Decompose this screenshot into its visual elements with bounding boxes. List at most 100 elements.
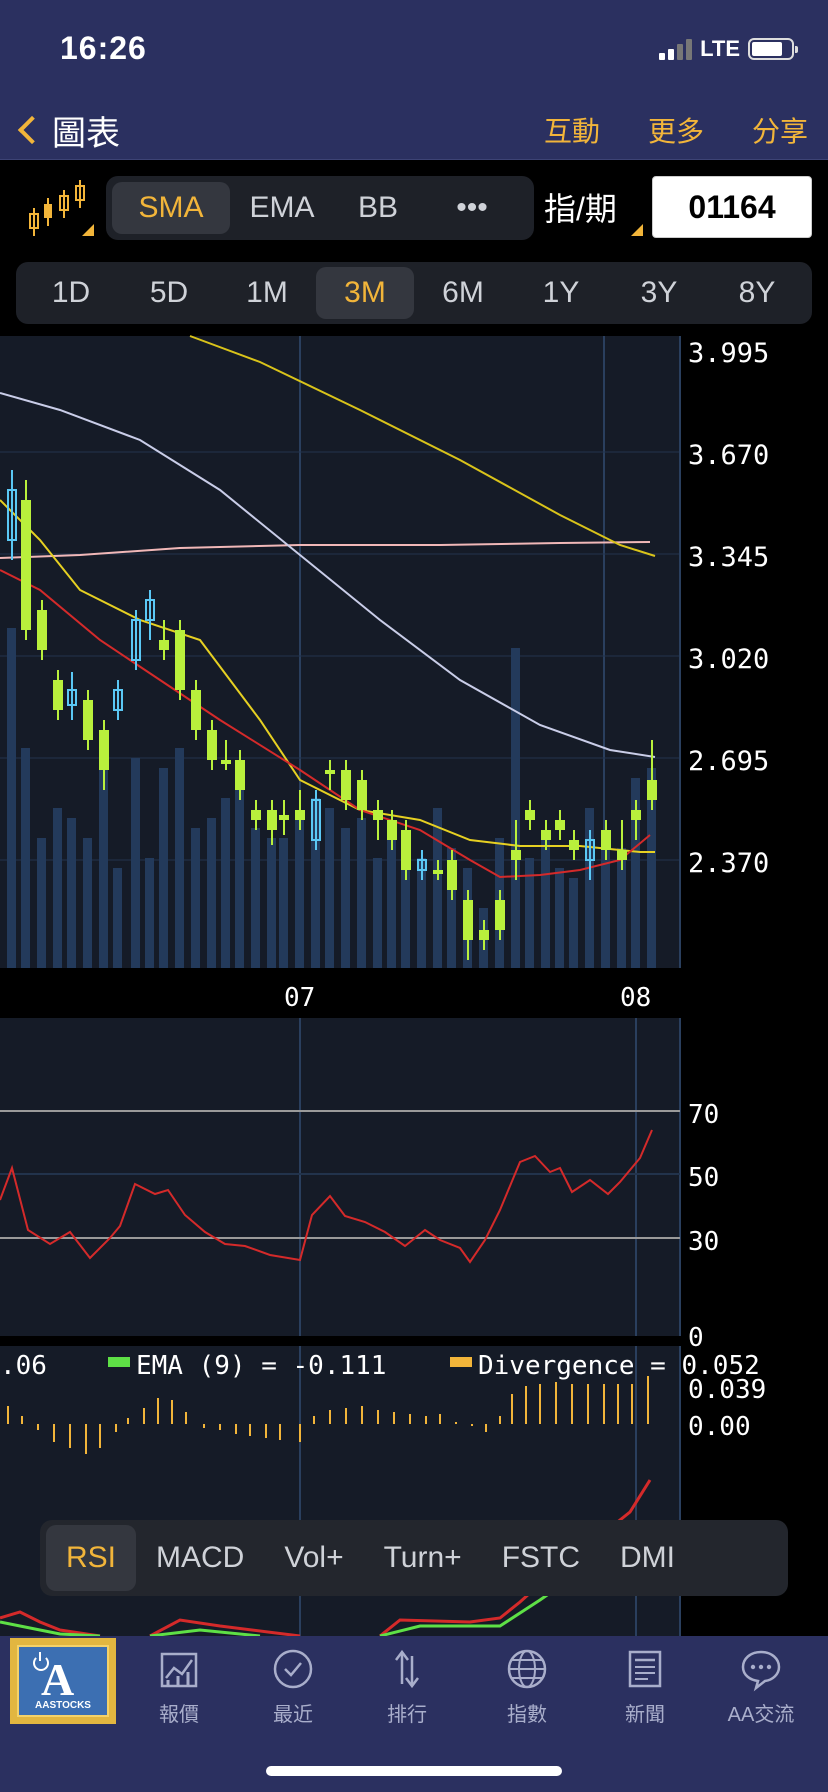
- volume-bar: [341, 828, 350, 968]
- candle-body: [251, 810, 261, 820]
- rsi-panel: [0, 1018, 680, 1336]
- ema-legend-label: EMA (9) = -0.111: [136, 1351, 386, 1381]
- nav-news[interactable]: 新聞: [590, 1646, 700, 1727]
- volume-bar: [7, 628, 16, 968]
- status-indicators: LTE: [659, 36, 798, 62]
- range-8y[interactable]: 8Y: [708, 267, 806, 319]
- chart-type-icon[interactable]: [26, 178, 96, 238]
- tab-vol-plus[interactable]: Vol+: [264, 1525, 363, 1591]
- range-1m[interactable]: 1M: [218, 267, 316, 319]
- volume-bar: [433, 808, 442, 968]
- share-button[interactable]: 分享: [752, 110, 808, 150]
- bb-button[interactable]: BB: [334, 182, 422, 234]
- volume-bar: [279, 838, 288, 968]
- candle-body: [357, 780, 367, 810]
- volume-bar: [191, 828, 200, 968]
- candle-body: [267, 810, 277, 830]
- nav-ranking[interactable]: 排行: [352, 1646, 462, 1727]
- more-indicators-button[interactable]: •••: [422, 182, 522, 234]
- candle-body: [221, 760, 231, 764]
- globe-icon: [507, 1649, 547, 1689]
- candle-body: [631, 810, 641, 820]
- interactive-button[interactable]: 互動: [544, 110, 600, 150]
- price-tick: 3.020: [688, 644, 769, 675]
- home-logo-button[interactable]: A AASTOCKS: [10, 1638, 116, 1724]
- range-3m[interactable]: 3M: [316, 267, 414, 319]
- volume-bar: [221, 798, 230, 968]
- more-button[interactable]: 更多: [648, 110, 704, 150]
- divergence-legend-swatch: [450, 1357, 472, 1367]
- candle-body: [83, 700, 93, 740]
- range-3y[interactable]: 3Y: [610, 267, 708, 319]
- candle-body: [295, 810, 305, 820]
- price-tick: 2.370: [688, 848, 769, 879]
- candle-body: [511, 850, 521, 860]
- tab-macd[interactable]: MACD: [136, 1525, 264, 1591]
- candle-body: [53, 680, 63, 710]
- battery-icon: [748, 38, 798, 60]
- back-button[interactable]: 圖表: [12, 106, 120, 154]
- tab-fstc[interactable]: FSTC: [482, 1525, 600, 1591]
- volume-bar: [21, 748, 30, 968]
- nav-ranking-label: 排行: [387, 1704, 427, 1726]
- nav-community-label: AA交流: [727, 1704, 795, 1726]
- candle-body: [21, 500, 31, 630]
- status-bar: 16:26 LTE: [0, 0, 828, 100]
- sma-button[interactable]: SMA: [112, 182, 230, 234]
- tab-turn-plus[interactable]: Turn+: [364, 1525, 482, 1591]
- date-label: 08: [620, 983, 651, 1013]
- candle-body: [235, 760, 245, 790]
- nav-recent[interactable]: 最近: [238, 1646, 348, 1727]
- ema-button[interactable]: EMA: [230, 182, 334, 234]
- volume-bar: [53, 808, 62, 968]
- volume-bar: [131, 758, 140, 968]
- dropdown-corner-icon: [631, 224, 643, 236]
- volume-bar: [295, 818, 304, 968]
- candle-body: [99, 730, 109, 770]
- nav-recent-label: 最近: [273, 1704, 313, 1726]
- tab-rsi[interactable]: RSI: [46, 1525, 137, 1591]
- price-tick: 3.670: [688, 440, 769, 471]
- macd-axis: 0.039 0.00: [688, 1375, 766, 1442]
- candle-body: [373, 810, 383, 820]
- chevron-left-icon: [17, 115, 47, 145]
- rsi-tick: 70: [688, 1100, 719, 1130]
- status-time: 16:26: [60, 30, 147, 66]
- nav-index[interactable]: 指數: [472, 1646, 582, 1727]
- volume-bar: [175, 748, 184, 968]
- volume-bar: [373, 858, 382, 968]
- range-5d[interactable]: 5D: [120, 267, 218, 319]
- nav-news-label: 新聞: [625, 1704, 665, 1726]
- volume-bar: [601, 848, 610, 968]
- candle-body: [601, 830, 611, 850]
- volume-bar: [67, 818, 76, 968]
- period-selector[interactable]: 指/期: [544, 184, 617, 230]
- candle-body: [447, 860, 457, 890]
- nav-quote[interactable]: 報價: [124, 1646, 234, 1727]
- price-tick: 2.695: [688, 746, 769, 777]
- candle-body: [525, 810, 535, 820]
- chat-bubble-icon: [741, 1650, 781, 1692]
- candle-body: [463, 900, 473, 940]
- price-axis: 3.995 3.670 3.345 3.020 2.695 2.370: [688, 338, 769, 879]
- volume-bar: [145, 858, 154, 968]
- range-1d[interactable]: 1D: [22, 267, 120, 319]
- page-title: 圖表: [52, 114, 120, 153]
- nav-index-label: 指數: [507, 1704, 547, 1726]
- stock-chart[interactable]: 3.995 3.670 3.345 3.020 2.695 2.370 07 0…: [0, 330, 828, 1636]
- price-tick: 3.345: [688, 542, 769, 573]
- nav-community[interactable]: AA交流: [706, 1646, 816, 1727]
- macd-tick: 0.039: [688, 1375, 766, 1405]
- range-1y[interactable]: 1Y: [512, 267, 610, 319]
- tab-dmi[interactable]: DMI: [600, 1525, 695, 1591]
- volume-bar: [555, 868, 564, 968]
- candle-body: [401, 830, 411, 870]
- range-6m[interactable]: 6M: [414, 267, 512, 319]
- clock-check-icon: [273, 1649, 313, 1689]
- volume-bar: [113, 868, 122, 968]
- candle-body: [37, 610, 47, 650]
- macd-legend-value: .06: [0, 1351, 47, 1381]
- quote-chart-icon: [160, 1652, 198, 1688]
- candle-body: [279, 815, 289, 820]
- stock-code-input[interactable]: [652, 176, 812, 238]
